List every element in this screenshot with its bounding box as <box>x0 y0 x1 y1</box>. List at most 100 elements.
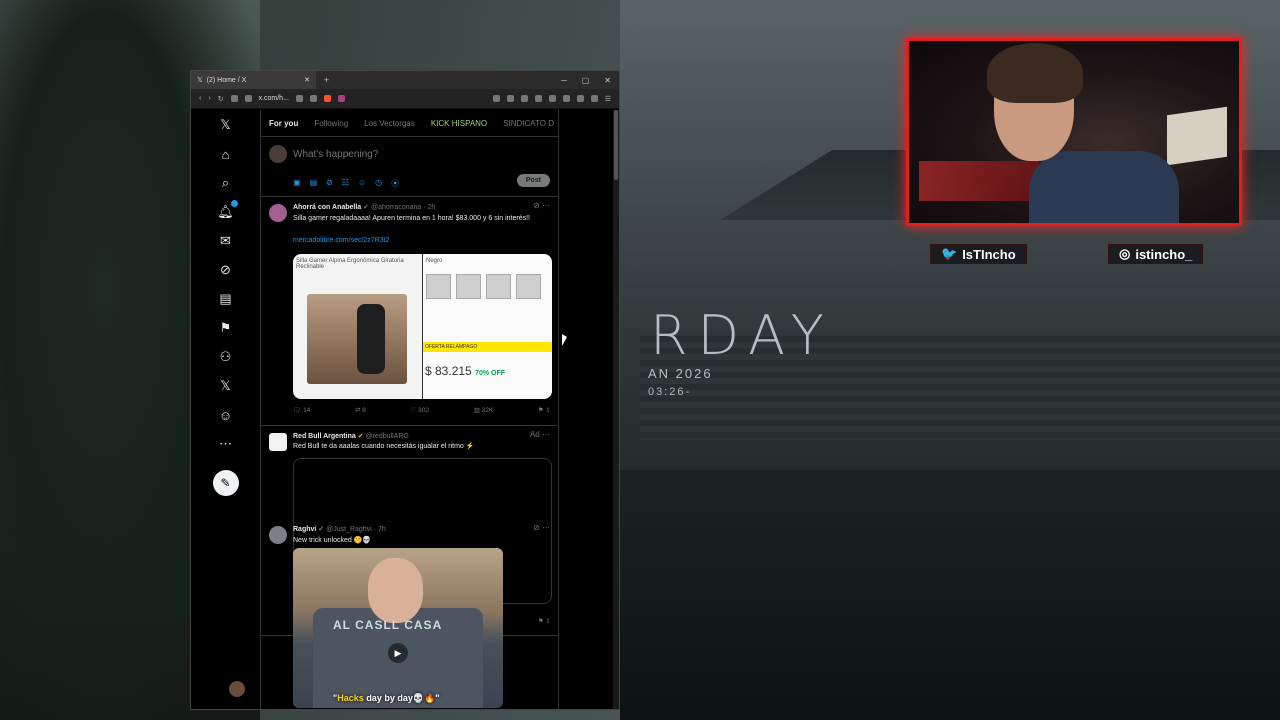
webcam-overlay <box>906 38 1242 226</box>
tweet-header: Raghvi ✔ @Just_Raghvi · 7h <box>293 526 386 533</box>
scrollbar[interactable] <box>613 110 619 709</box>
gif-icon[interactable]: ▤ <box>310 178 318 189</box>
x-favicon-icon: 𝕏 <box>197 77 203 84</box>
schedule-icon[interactable]: ◷ <box>375 178 382 189</box>
cast-icon[interactable] <box>295 95 303 102</box>
window-close-icon[interactable]: ✕ <box>604 76 611 85</box>
tweet-link[interactable]: mercadolibre.com/sec/2z7R3t2 <box>293 237 390 244</box>
tab-x-home[interactable]: 𝕏 (2) Home / X ✕ <box>191 71 316 89</box>
extension-icon[interactable] <box>534 95 542 102</box>
instagram-handle-badge: ◎ istincho_ <box>1108 244 1204 264</box>
rewards-icon[interactable] <box>337 95 345 102</box>
webcam-poster <box>1167 106 1227 166</box>
grok-compose-icon[interactable]: ⊘ <box>326 178 333 189</box>
lists-icon[interactable]: ▤ <box>217 290 235 308</box>
tab-following[interactable]: Following <box>314 119 348 128</box>
grok-icon[interactable]: ⊘ <box>217 261 235 279</box>
tweet-avatar[interactable] <box>269 433 287 451</box>
bookmarks-icon[interactable]: ⚑ <box>217 319 235 337</box>
composer-input[interactable]: What's happening? <box>293 149 378 160</box>
maximize-icon[interactable]: ▢ <box>582 76 590 85</box>
tab-close-icon[interactable]: ✕ <box>304 76 310 84</box>
reply-button[interactable]: 🗨︎ 14 <box>293 406 310 414</box>
back-icon[interactable]: ‹ <box>199 95 201 102</box>
extension-icon[interactable] <box>548 95 556 102</box>
tweet-text: Silla gamer regaladaaaa! Apuren termina … <box>293 215 530 222</box>
x-sidebar-nav: 𝕏 ⌂ ⌕ 🔔︎ ✉ ⊘ ▤ ⚑ ⚇ 𝕏 ☺ ⋯ ✎ <box>191 110 261 709</box>
tweet-actions: 🗨︎ 14 ⇄ 8 ♡ 302 ▥ 32K ⚑ ⇪ <box>293 406 551 414</box>
background-floor <box>620 470 1280 720</box>
emoji-icon[interactable]: ☺ <box>358 178 366 189</box>
extension-icon[interactable] <box>520 95 528 102</box>
window-controls: ─ ▢ ✕ <box>561 76 619 85</box>
forward-icon[interactable]: › <box>208 95 210 102</box>
extension-icon[interactable] <box>506 95 514 102</box>
site-info-icon[interactable] <box>244 95 252 102</box>
premium-icon[interactable]: 𝕏 <box>217 377 235 395</box>
ad-more-icon[interactable]: Ad ⋯ <box>530 430 550 439</box>
scrollbar-thumb[interactable] <box>614 110 618 180</box>
views-button[interactable]: ▥ 32K <box>474 406 494 414</box>
menu-icon[interactable]: ☰ <box>605 95 611 103</box>
messages-icon[interactable]: ✉ <box>217 232 235 250</box>
tweet-more-icon[interactable]: ⊘ ⋯ <box>533 523 550 532</box>
x-feed: For you Following Los Vectorgas KICK HIS… <box>261 110 559 709</box>
tweet-avatar[interactable] <box>269 204 287 222</box>
notifications-icon[interactable]: 🔔︎ <box>217 200 238 221</box>
bookmark-button[interactable]: ⚑ ⇪ <box>538 406 551 414</box>
notification-dot <box>230 200 238 207</box>
explore-icon[interactable]: ⌕ <box>217 174 235 192</box>
overlay-title: RDAY <box>650 304 834 367</box>
tweet-more-icon[interactable]: ⊘ ⋯ <box>533 201 550 210</box>
x-logo-icon[interactable]: 𝕏 <box>217 116 235 134</box>
tweet-header: Ahorrá con Anabella ✔ @ahorraconana · 2h <box>293 204 436 211</box>
extension-icon[interactable] <box>492 95 500 102</box>
sidebar-icon[interactable] <box>562 95 570 102</box>
tweet-media[interactable]: Silla Gamer Alpina Ergonómica Giratoria … <box>293 254 552 399</box>
share-icon[interactable] <box>309 95 317 102</box>
account-avatar[interactable] <box>229 681 245 697</box>
new-tab-icon[interactable]: + <box>324 75 329 85</box>
bookmark-icon[interactable] <box>230 95 238 102</box>
product-image-left: Silla Gamer Alpina Ergonómica Giratoria … <box>293 254 422 399</box>
twitter-icon: 🐦 <box>941 246 958 261</box>
compose-post-button[interactable]: ✎ <box>212 470 239 496</box>
webcam-led-lights <box>919 161 1039 201</box>
wallet-icon[interactable] <box>576 95 584 102</box>
tab-sindicato[interactable]: SINDICATO D <box>503 119 554 128</box>
verified-icon: ✔ <box>363 204 370 211</box>
media-icon[interactable]: ▣ <box>293 178 301 189</box>
post-composer: What's happening? ▣ ▤ ⊘ ☷ ☺ ◷ ⦿ Post <box>261 137 558 197</box>
home-icon[interactable]: ⌂ <box>217 145 235 163</box>
url-input[interactable]: x.com/h... <box>259 95 289 102</box>
tweet-avatar[interactable] <box>269 526 287 544</box>
verified-icon: ✔ <box>357 433 364 440</box>
tweet[interactable]: Ahorrá con Anabella ✔ @ahorraconana · 2h… <box>261 197 558 426</box>
gaming-chair-image <box>307 294 407 384</box>
play-icon[interactable]: ▶ <box>388 643 408 663</box>
address-bar: ‹ › ↻ x.com/h... ☰ <box>191 89 619 109</box>
repost-button[interactable]: ⇄ 8 <box>355 406 366 414</box>
minimize-icon[interactable]: ─ <box>561 76 567 85</box>
vpn-icon[interactable] <box>590 95 598 102</box>
twitter-handle-badge: 🐦 IsTIncho <box>930 244 1027 264</box>
tweet-video[interactable]: AL CASLL CASA ▶ "Hacks day by day💀🔥" <box>293 548 503 708</box>
post-button[interactable]: Post <box>516 174 550 187</box>
shield-icon[interactable] <box>323 95 331 102</box>
communities-icon[interactable]: ⚇ <box>217 348 235 366</box>
tab-for-you[interactable]: For you <box>269 119 298 128</box>
mouse-cursor <box>562 334 567 346</box>
profile-icon[interactable]: ☺ <box>217 406 235 424</box>
tab-kick-hispano[interactable]: KICK HISPANO <box>431 119 487 128</box>
tweet[interactable]: Raghvi ✔ @Just_Raghvi · 7h ⊘ ⋯ New trick… <box>261 519 558 709</box>
reload-icon[interactable]: ↻ <box>218 95 224 103</box>
poll-icon[interactable]: ☷ <box>342 178 349 189</box>
right-column <box>559 110 619 709</box>
composer-tools: ▣ ▤ ⊘ ☷ ☺ ◷ ⦿ <box>293 178 399 189</box>
like-button[interactable]: ♡ 302 <box>411 406 430 414</box>
location-icon[interactable]: ⦿ <box>391 178 399 189</box>
tab-bar: 𝕏 (2) Home / X ✕ + ─ ▢ ✕ <box>191 71 619 89</box>
tab-los-vectorgas[interactable]: Los Vectorgas <box>364 119 415 128</box>
more-icon[interactable]: ⋯ <box>217 435 235 453</box>
product-thumbnails <box>426 274 541 299</box>
